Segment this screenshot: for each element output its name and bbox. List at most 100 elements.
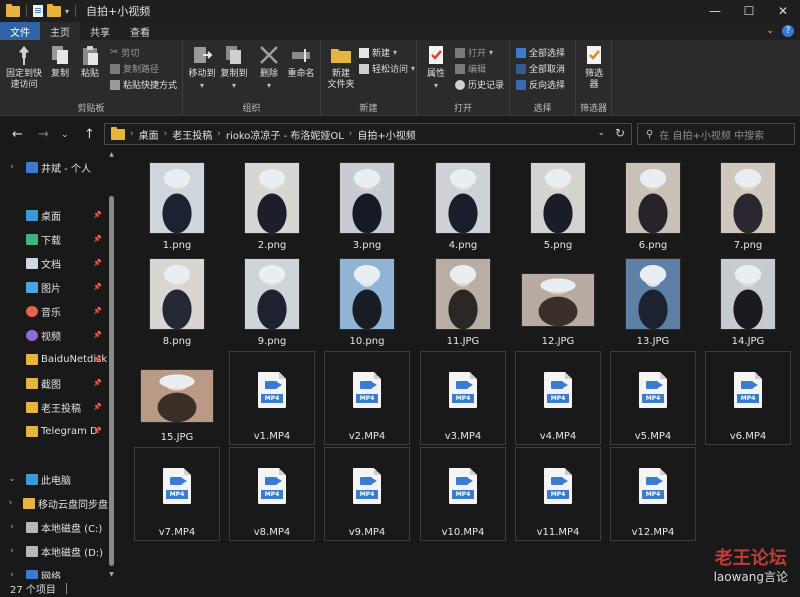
properties-button[interactable]: 属性 ▾ (421, 44, 451, 91)
file-tile[interactable]: 6.png (610, 159, 696, 253)
sidebar-item[interactable]: 桌面 📌 (0, 206, 108, 224)
properties-icon[interactable] (33, 5, 43, 17)
move-to-button[interactable]: 移动到 ▾ (187, 44, 217, 91)
paste-button[interactable]: 粘贴 (76, 44, 104, 80)
sidebar-item[interactable]: › 本地磁盘 (D:) (0, 542, 108, 560)
chevron-down-icon[interactable]: ▾ (65, 7, 69, 16)
file-tile[interactable]: 7.png (705, 159, 791, 253)
expand-chevron-icon[interactable]: › (6, 546, 18, 556)
file-tile[interactable]: 14.JPG (705, 255, 791, 349)
file-tile[interactable]: MP4 v4.MP4 (515, 351, 601, 445)
delete-button[interactable]: 删除 ▾ (255, 44, 283, 91)
breadcrumb-desktop[interactable]: 桌面 (139, 127, 159, 142)
sidebar-item[interactable]: › 移动云盘同步盘 (0, 494, 108, 512)
select-none-button[interactable]: 全部取消 (516, 62, 565, 75)
chevron-down-icon[interactable]: ⌄ (597, 128, 605, 138)
file-tile[interactable]: 10.png (324, 255, 410, 349)
help-icon[interactable]: ? (782, 25, 794, 37)
new-folder-icon[interactable] (47, 3, 61, 17)
file-tile[interactable]: MP4 v6.MP4 (705, 351, 791, 445)
copy-path-button[interactable]: 复制路径 (110, 62, 159, 75)
tab-share[interactable]: 共享 (80, 22, 120, 40)
filter-button[interactable]: 筛选 器 (579, 44, 609, 91)
sidebar-item[interactable]: 文档 📌 (0, 254, 108, 272)
open-button[interactable]: 打开 ▾ (455, 46, 493, 59)
pin-icon[interactable]: 📌 (93, 283, 102, 291)
sidebar-item[interactable]: 截图 📌 (0, 374, 108, 392)
address-bar[interactable]: › 桌面 › 老王投稿 › rioko凉凉子 - 布洛妮娅OL › 自拍+小视频… (104, 123, 632, 145)
history-button[interactable]: 历史记录 (455, 78, 504, 91)
tab-home[interactable]: 主页 (40, 22, 80, 40)
pin-icon[interactable]: 📌 (93, 211, 102, 219)
file-tile[interactable]: MP4 v1.MP4 (229, 351, 315, 445)
file-tile[interactable]: 5.png (515, 159, 601, 253)
file-tile[interactable]: MP4 v5.MP4 (610, 351, 696, 445)
scroll-down-icon[interactable]: ▼ (108, 571, 115, 579)
select-all-button[interactable]: 全部选择 (516, 46, 565, 59)
breadcrumb-laowang[interactable]: 老王投稿 (172, 127, 212, 142)
invert-selection-button[interactable]: 反向选择 (516, 78, 565, 91)
file-tile[interactable]: MP4 v12.MP4 (610, 447, 696, 541)
easy-access-button[interactable]: 轻松访问 ▾ (359, 62, 415, 75)
minimize-button[interactable]: — (698, 0, 732, 22)
sidebar-item[interactable]: 音乐 📌 (0, 302, 108, 320)
file-tile[interactable]: 13.JPG (610, 255, 696, 349)
rename-button[interactable]: 重命名 (285, 44, 317, 80)
file-tile[interactable]: 11.JPG (420, 255, 506, 349)
sidebar-item[interactable]: Telegram D 📌 (0, 422, 108, 440)
maximize-button[interactable]: ☐ (732, 0, 766, 22)
back-button[interactable]: ← (12, 127, 23, 142)
up-button[interactable]: ↑ (84, 127, 95, 142)
copy-to-button[interactable]: 复制到 ▾ (219, 44, 249, 91)
sidebar-item[interactable]: 老王投稿 📌 (0, 398, 108, 416)
sidebar-item[interactable]: BaiduNetdisk 📌 (0, 350, 108, 368)
sidebar-item[interactable]: › 本地磁盘 (C:) (0, 518, 108, 536)
file-tile[interactable]: 2.png (229, 159, 315, 253)
pin-icon[interactable]: 📌 (93, 259, 102, 267)
copy-button[interactable]: 复制 (46, 44, 74, 80)
edit-button[interactable]: 编辑 (455, 62, 486, 75)
file-tile[interactable]: MP4 v7.MP4 (134, 447, 220, 541)
pin-icon[interactable]: 📌 (93, 427, 102, 435)
file-tile[interactable]: MP4 v11.MP4 (515, 447, 601, 541)
pin-icon[interactable]: 📌 (93, 331, 102, 339)
pin-icon[interactable]: 📌 (93, 307, 102, 315)
nav-scrollbar[interactable]: ▲ ▼ (108, 151, 115, 579)
sidebar-item[interactable]: ⌄ 此电脑 (0, 470, 108, 488)
sidebar-item[interactable]: › 网络 (0, 566, 108, 579)
expand-chevron-icon[interactable]: › (6, 522, 18, 532)
paste-shortcut-button[interactable]: 粘贴快捷方式 (110, 78, 177, 91)
cut-button[interactable]: ✂ 剪切 (110, 46, 139, 59)
sidebar-item[interactable]: 下载 📌 (0, 230, 108, 248)
refresh-icon[interactable]: ↻ (615, 126, 625, 140)
scroll-up-icon[interactable]: ▲ (108, 151, 115, 159)
new-item-button[interactable]: 新建 ▾ (359, 46, 397, 59)
search-input[interactable]: ⚲ 在 自拍+小视频 中搜索 (637, 123, 795, 145)
file-tile[interactable]: MP4 v9.MP4 (324, 447, 410, 541)
file-tile[interactable]: MP4 v10.MP4 (420, 447, 506, 541)
expand-ribbon-icon[interactable]: ⌄ (766, 26, 774, 36)
expand-chevron-icon[interactable]: › (6, 162, 18, 172)
pin-icon[interactable]: 📌 (93, 355, 102, 363)
sidebar-item[interactable]: › 井斌 - 个人 (0, 158, 108, 176)
pin-icon[interactable]: 📌 (93, 403, 102, 411)
breadcrumb-rioko[interactable]: rioko凉凉子 - 布洛妮娅OL (226, 127, 344, 142)
tab-view[interactable]: 查看 (120, 22, 160, 40)
expand-chevron-icon[interactable]: ⌄ (6, 474, 18, 484)
breadcrumb-current[interactable]: 自拍+小视频 (357, 127, 415, 142)
pin-quick-access-button[interactable]: 固定到快 速访问 (4, 44, 44, 91)
file-tile[interactable]: 9.png (229, 255, 315, 349)
file-tile[interactable]: 8.png (134, 255, 220, 349)
recent-locations-button[interactable]: ⌄ (61, 130, 69, 140)
file-tile[interactable]: 1.png (134, 159, 220, 253)
file-tile[interactable]: 4.png (420, 159, 506, 253)
tab-file[interactable]: 文件 (0, 22, 40, 40)
close-button[interactable]: ✕ (766, 0, 800, 22)
sidebar-item[interactable]: 图片 📌 (0, 278, 108, 296)
scrollbar-thumb[interactable] (109, 196, 114, 566)
file-tile[interactable]: MP4 v3.MP4 (420, 351, 506, 445)
file-tile[interactable]: 15.JPG (134, 351, 220, 445)
expand-chevron-icon[interactable]: › (6, 498, 15, 508)
file-tile[interactable]: 3.png (324, 159, 410, 253)
pin-icon[interactable]: 📌 (93, 235, 102, 243)
